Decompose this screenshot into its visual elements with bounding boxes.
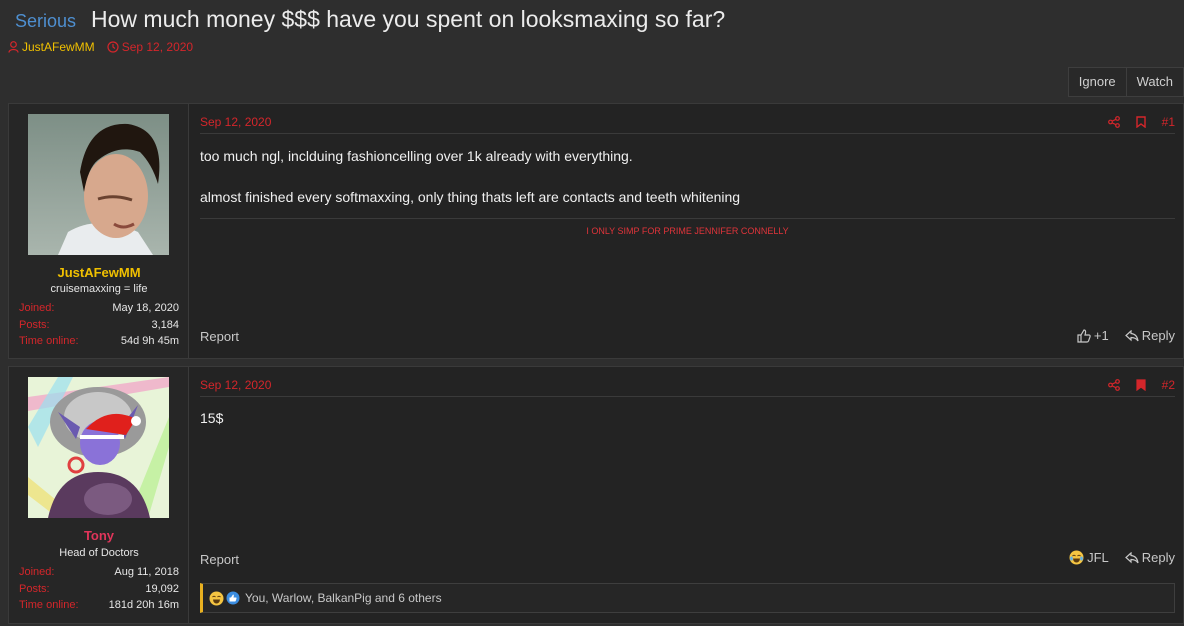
report-button[interactable]: Report xyxy=(200,329,239,344)
reply-button[interactable]: Reply xyxy=(1124,328,1175,343)
stat-value: Aug 11, 2018 xyxy=(114,566,179,578)
thread-date-text: Sep 12, 2020 xyxy=(121,40,194,54)
thread-author-name: JustAFewMM xyxy=(22,40,95,54)
post-main: Sep 12, 2020 #2 15$ Report JFL Reply You… xyxy=(200,367,1175,623)
thread-actions: Ignore Watch xyxy=(1067,67,1184,97)
stat-time-online: Time online: 54d 9h 45m xyxy=(19,333,179,350)
post-paragraph: 15$ xyxy=(200,410,224,426)
ignore-button[interactable]: Ignore xyxy=(1069,68,1126,96)
post-user-cell: JustAFewMM cruisemaxxing = life Joined: M… xyxy=(9,104,189,358)
post-date[interactable]: Sep 12, 2020 xyxy=(200,115,271,129)
bookmark-icon[interactable] xyxy=(1135,116,1146,128)
post-paragraph: almost finished every softmaxxing, only … xyxy=(200,189,741,205)
post-footer-actions: +1 Reply xyxy=(1061,328,1175,343)
thread-header: Serious How much money $$$ have you spen… xyxy=(0,0,1184,104)
crying-laughing-emoji-icon xyxy=(1069,550,1084,565)
reply-button[interactable]: Reply xyxy=(1124,550,1175,565)
post-header-actions: #2 xyxy=(1092,378,1175,392)
thread-date[interactable]: Sep 12, 2020 xyxy=(107,40,193,54)
post-header: Sep 12, 2020 #2 xyxy=(200,367,1175,397)
reply-label: Reply xyxy=(1141,328,1175,343)
post-footer-actions: JFL Reply xyxy=(1053,550,1175,565)
like-count: +1 xyxy=(1093,328,1109,343)
signature: I ONLY SIMP FOR PRIME JENNIFER CONNELLY xyxy=(200,218,1175,236)
thread-title: How much money $$$ have you spent on loo… xyxy=(91,6,726,32)
user-title: cruisemaxxing = life xyxy=(50,283,148,295)
post-body: too much ngl, inclduing fashioncelling o… xyxy=(200,146,1175,207)
post-2: Tony Head of Doctors Joined: Aug 11, 2018… xyxy=(8,366,1184,624)
avatar[interactable] xyxy=(28,377,169,518)
stat-value: 19,092 xyxy=(145,582,179,595)
stat-label: Time online: xyxy=(19,335,79,347)
reply-icon xyxy=(1124,329,1139,341)
post-header-actions: #1 xyxy=(1092,115,1175,129)
reply-label: Reply xyxy=(1141,550,1175,565)
post-number[interactable]: #1 xyxy=(1162,115,1175,129)
thumbs-up-icon xyxy=(1077,328,1091,343)
stat-value: 181d 20h 16m xyxy=(108,599,179,611)
thread-author[interactable]: JustAFewMM xyxy=(8,40,95,54)
bookmark-filled-icon[interactable] xyxy=(1136,379,1146,391)
stat-label: Posts: xyxy=(19,582,50,595)
thread-meta: JustAFewMM Sep 12, 2020 xyxy=(8,40,193,54)
post-user-cell: Tony Head of Doctors Joined: Aug 11, 2018… xyxy=(9,367,189,623)
stat-label: Joined: xyxy=(19,566,55,578)
reply-icon xyxy=(1124,551,1139,563)
avatar[interactable] xyxy=(28,114,169,255)
post-1: JustAFewMM cruisemaxxing = life Joined: M… xyxy=(8,103,1184,359)
stat-joined: Joined: May 18, 2020 xyxy=(19,300,179,317)
user-stats: Joined: May 18, 2020 Posts: 3,184 Time onl… xyxy=(19,300,179,350)
report-button[interactable]: Report xyxy=(200,552,239,567)
stat-posts: Posts: 3,184 xyxy=(19,317,179,334)
stat-value: 54d 9h 45m xyxy=(120,335,179,347)
stat-value: May 18, 2020 xyxy=(112,302,179,314)
stat-label: Time online: xyxy=(19,599,79,611)
stat-value: 3,184 xyxy=(151,318,179,331)
like-reaction-icon xyxy=(226,591,240,605)
post-body: 15$ xyxy=(200,408,1175,428)
reaction-button[interactable]: JFL xyxy=(1069,550,1109,565)
username[interactable]: JustAFewMM xyxy=(9,265,189,280)
username[interactable]: Tony xyxy=(9,528,189,543)
clock-icon xyxy=(107,41,119,53)
reactions-summary: You, Warlow, BalkanPig and 6 others xyxy=(245,591,442,605)
watch-button[interactable]: Watch xyxy=(1125,68,1183,96)
post-paragraph: too much ngl, inclduing fashioncelling o… xyxy=(200,148,633,164)
share-icon[interactable] xyxy=(1107,116,1120,128)
thread-prefix[interactable]: Serious xyxy=(15,11,76,32)
post-number[interactable]: #2 xyxy=(1162,378,1175,392)
stat-posts: Posts: 19,092 xyxy=(19,581,179,598)
stat-label: Joined: xyxy=(19,302,55,314)
post-main: Sep 12, 2020 #1 too much ngl, inclduing … xyxy=(200,104,1175,358)
stat-time-online: Time online: 181d 20h 16m xyxy=(19,597,179,614)
stat-label: Posts: xyxy=(19,318,50,331)
user-icon xyxy=(8,41,19,53)
share-icon[interactable] xyxy=(1107,379,1120,391)
post-date[interactable]: Sep 12, 2020 xyxy=(200,378,271,392)
title-row: Serious How much money $$$ have you spen… xyxy=(15,6,725,33)
user-title: Head of Doctors xyxy=(59,547,139,559)
user-stats: Joined: Aug 11, 2018 Posts: 19,092 Time on… xyxy=(19,564,179,614)
like-button[interactable]: +1 xyxy=(1077,328,1109,343)
reactions-bar[interactable]: You, Warlow, BalkanPig and 6 others xyxy=(200,583,1175,613)
post-header: Sep 12, 2020 #1 xyxy=(200,104,1175,134)
stat-joined: Joined: Aug 11, 2018 xyxy=(19,564,179,581)
crying-laughing-emoji-icon xyxy=(209,591,224,605)
reaction-label: JFL xyxy=(1087,550,1109,565)
